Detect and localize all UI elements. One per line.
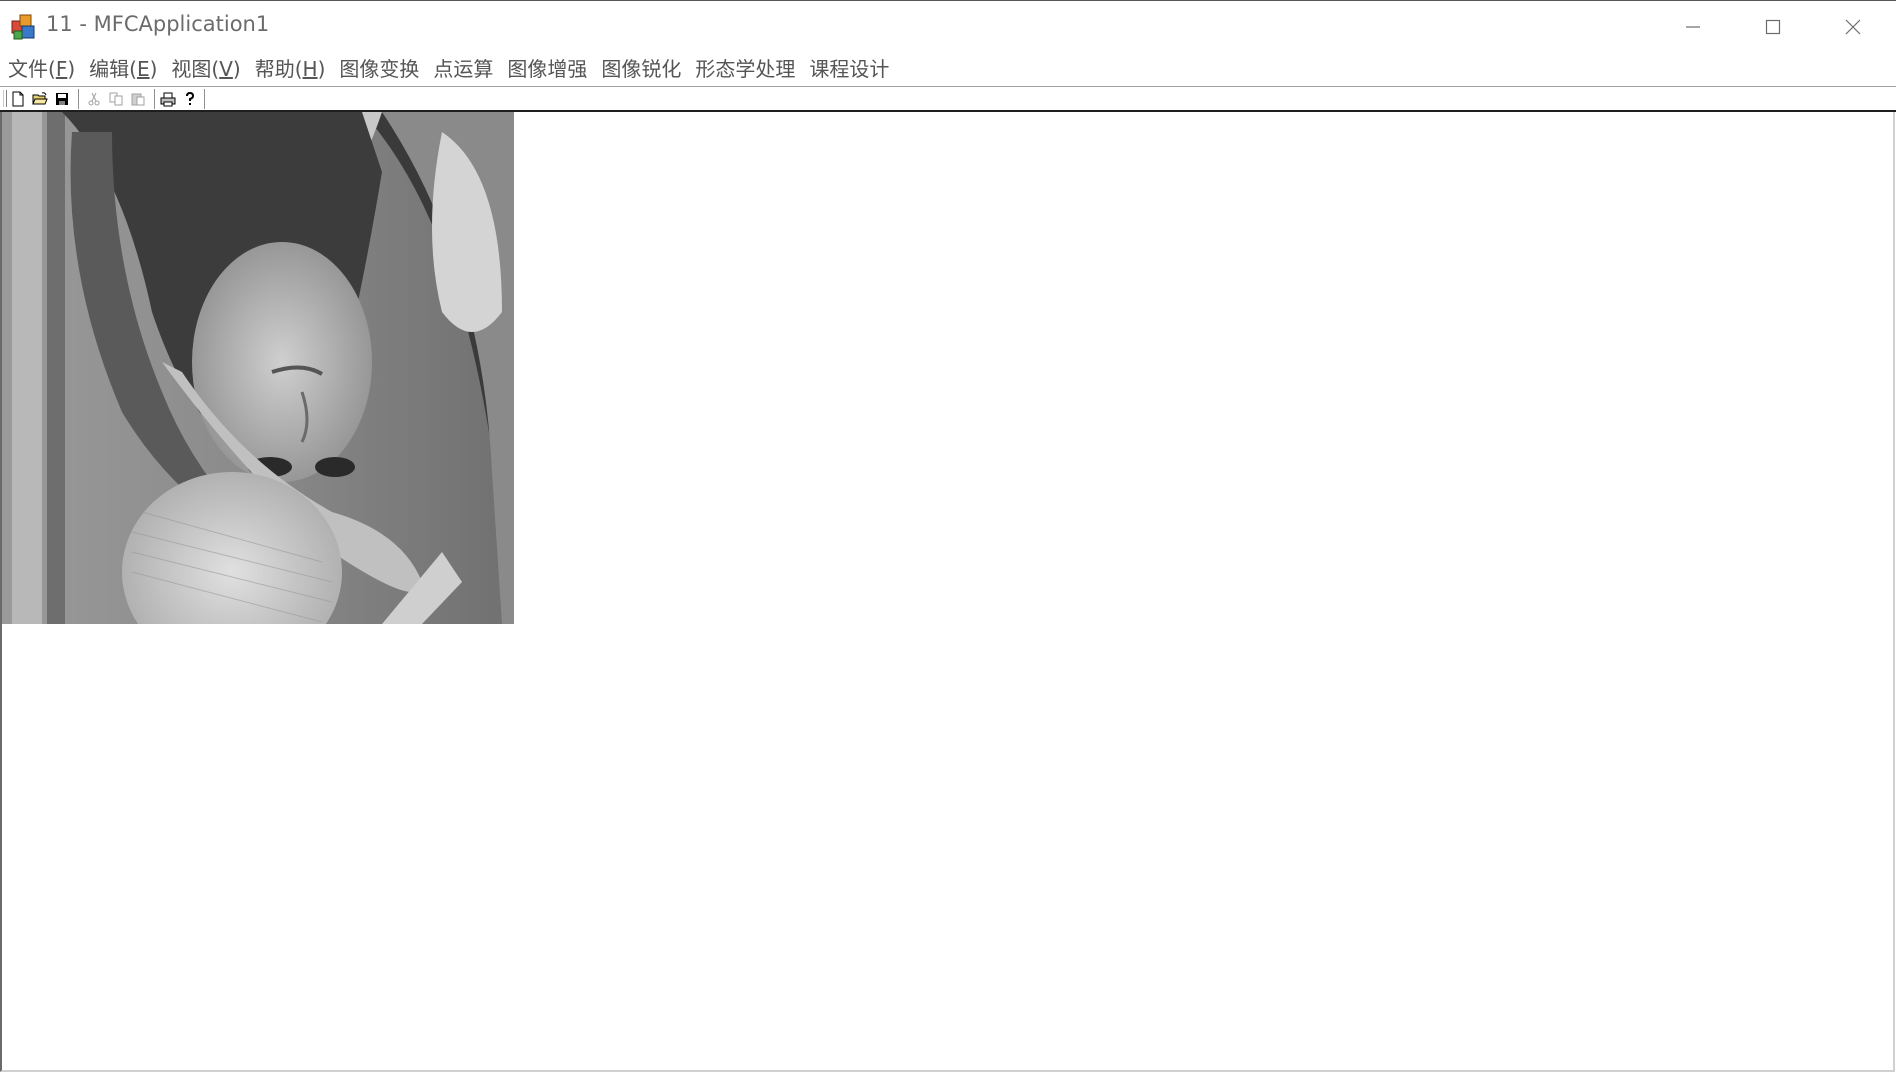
grayscale-photo-rotated-180 [2,112,514,624]
minimize-icon [1686,26,1700,28]
new-file-icon [12,91,24,107]
save-disk-icon [56,93,68,105]
cut-button[interactable] [84,89,104,109]
menu-morphology[interactable]: 形态学处理 [688,52,802,86]
app-window: 11 - MFCApplication1 文件(F) 编辑(E) 视图(V) 帮… [0,0,1896,1074]
menu-view[interactable]: 视图(V) [164,52,247,86]
toolbar [0,87,1896,112]
image-canvas [2,112,514,624]
toolbar-separator [78,89,80,109]
menu-image-transform[interactable]: 图像变换 [332,52,426,86]
menu-point-operation[interactable]: 点运算 [426,52,500,86]
minimize-button[interactable] [1653,1,1733,53]
title-bar[interactable]: 11 - MFCApplication1 [0,0,1896,52]
paste-icon [131,93,145,106]
copy-button[interactable] [106,89,126,109]
menu-image-sharpen[interactable]: 图像锐化 [594,52,688,86]
close-icon [1845,19,1861,35]
menu-bar: 文件(F) 编辑(E) 视图(V) 帮助(H) 图像变换 点运算 图像增强 图像… [0,52,1896,86]
paste-button[interactable] [128,89,148,109]
close-button[interactable] [1813,1,1893,53]
open-button[interactable] [30,89,50,109]
menu-image-enhance[interactable]: 图像增强 [500,52,594,86]
menu-file[interactable]: 文件(F) [0,52,82,86]
print-button[interactable] [158,89,178,109]
maximize-icon [1765,19,1781,35]
copy-icon [109,92,123,106]
window-title: 11 - MFCApplication1 [46,12,270,36]
print-icon [160,92,176,107]
toolbar-separator [154,89,156,109]
cut-icon [88,92,100,106]
menu-course-design[interactable]: 课程设计 [802,52,896,86]
save-button[interactable] [52,89,72,109]
new-button[interactable] [8,89,28,109]
toolbar-separator [204,89,206,109]
menu-help[interactable]: 帮助(H) [248,52,333,86]
open-folder-icon [32,92,48,105]
mfc-app-icon [10,13,40,41]
maximize-button[interactable] [1733,1,1813,53]
menu-edit[interactable]: 编辑(E) [82,52,164,86]
help-icon [186,91,195,105]
toolbar-grip[interactable] [3,90,7,107]
about-button[interactable] [180,89,200,109]
